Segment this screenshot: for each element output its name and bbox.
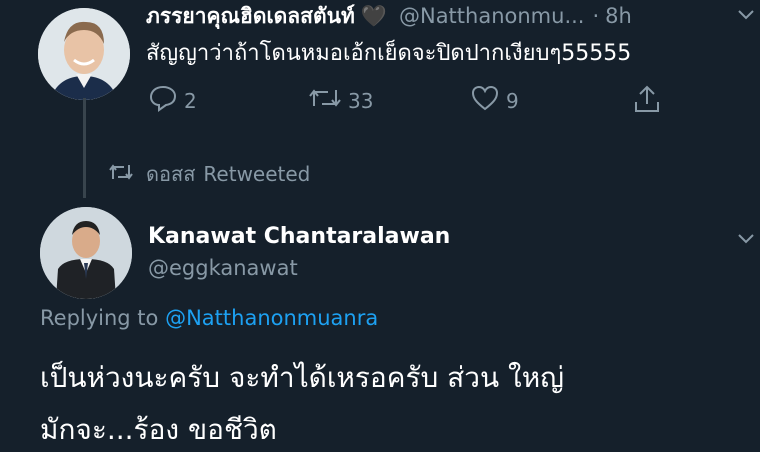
retweet-icon <box>308 84 348 117</box>
like-icon <box>470 84 506 117</box>
replying-to: Replying to @Natthanonmuanra <box>40 306 378 330</box>
retweeter-name[interactable]: ดอสส <box>146 158 195 190</box>
avatar-tweet1[interactable] <box>38 8 130 100</box>
retweet-count: 33 <box>348 88 374 113</box>
replying-to-label: Replying to <box>40 306 159 330</box>
tweet1-separator: · <box>592 4 600 28</box>
tweet1-text: สัญญาว่าถ้าโดนหมอเอ้กเย็ดจะปิดปากเงียบๆ5… <box>146 41 632 66</box>
reply-icon <box>148 84 184 117</box>
retweet-notice-icon <box>108 161 134 188</box>
like-button[interactable]: 9 <box>470 84 519 117</box>
tweet1-handle[interactable]: @Natthanonmu... <box>399 4 584 28</box>
tweet2-text-line1: เป็นห่วงนะครับ จะทำได้เหรอครับ ส่วน ใหญ่ <box>40 361 565 394</box>
retweeted-label: Retweeted <box>203 162 311 186</box>
tweet2-text-line2: มักจะ...ร้อง ขอชีวิต <box>40 413 277 446</box>
tweet1-time[interactable]: 8h <box>605 4 632 28</box>
tweet1-display-name[interactable]: ภรรยาคุณฮิดเดลสตันท์ <box>146 0 355 33</box>
tweet1-header: ภรรยาคุณฮิดเดลสตันท์ 🖤 @Natthanonmu... ·… <box>146 0 746 32</box>
replying-to-handle[interactable]: @Natthanonmuanra <box>165 306 378 330</box>
reply-button[interactable]: 2 <box>148 84 197 117</box>
chevron-down-icon[interactable] <box>736 4 756 28</box>
share-button[interactable] <box>632 84 668 119</box>
thread-connector-line <box>83 98 86 198</box>
retweet-notice: ดอสส Retweeted <box>108 158 310 190</box>
tweet2-chevron-down-icon[interactable] <box>736 228 756 252</box>
like-count: 9 <box>506 88 519 113</box>
tweet2-handle[interactable]: @eggkanawat <box>148 256 298 280</box>
retweet-button[interactable]: 33 <box>308 84 373 117</box>
avatar-tweet2[interactable] <box>40 207 132 299</box>
share-icon <box>632 84 668 119</box>
tweet2-display-name[interactable]: Kanawat Chantaralawan <box>148 224 450 249</box>
black-heart-icon: 🖤 <box>360 3 387 28</box>
reply-count: 2 <box>184 88 197 113</box>
